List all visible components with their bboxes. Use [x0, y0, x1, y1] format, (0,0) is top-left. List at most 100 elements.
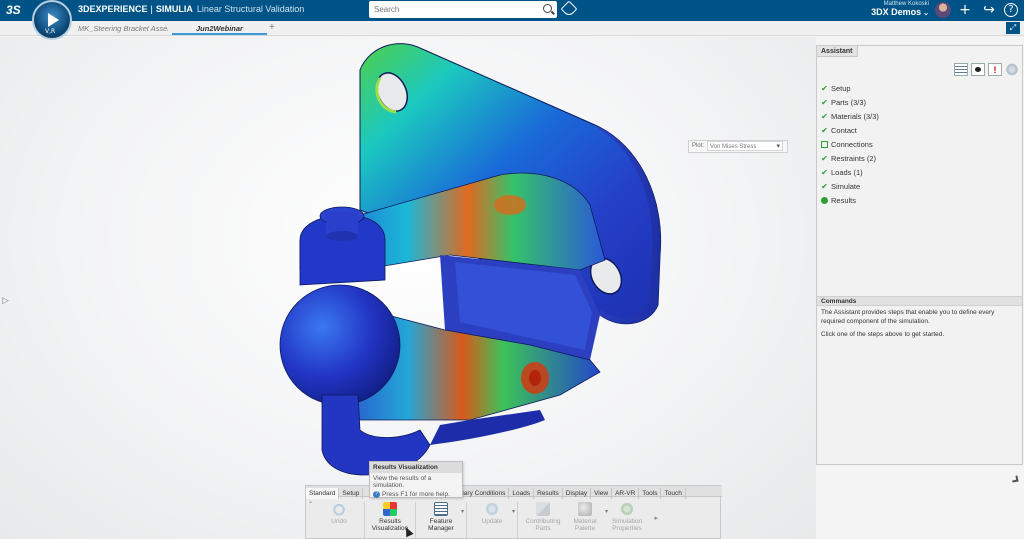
- tab-display[interactable]: Display: [563, 488, 592, 499]
- collapse-chevron-icon[interactable]: ⌄: [308, 498, 313, 505]
- action-bar-tools: Undo Results Visualization Feature Manager ▾ U…: [318, 500, 648, 539]
- tooltip-help-text: Press F1 for more help.: [382, 491, 450, 499]
- status-dot-icon: [821, 197, 828, 204]
- step-contact[interactable]: ✔ Contact: [820, 124, 879, 138]
- material-palette-button[interactable]: Material Palette ▾: [564, 500, 608, 539]
- step-label: Parts (3/3): [831, 98, 867, 107]
- step-results[interactable]: Results: [820, 194, 879, 208]
- search-icon[interactable]: [543, 4, 552, 13]
- assistant-tab[interactable]: Assistant: [817, 46, 858, 57]
- step-label: Connections: [831, 140, 873, 149]
- step-parts[interactable]: ✔ Parts (3/3): [820, 96, 879, 110]
- material-palette-icon: [578, 502, 592, 516]
- contributing-parts-button[interactable]: Contributing Parts: [522, 500, 564, 539]
- tab-ar-vr[interactable]: AR-VR: [612, 488, 640, 499]
- help-icon[interactable]: ?: [1004, 3, 1018, 17]
- check-icon: ✔: [821, 168, 828, 177]
- check-icon: ✔: [821, 154, 828, 163]
- assistant-steps: ✔ Setup ✔ Parts (3/3) ✔ Materials (3/3) ✔ Co…: [820, 82, 879, 208]
- undo-icon: [332, 502, 346, 516]
- commands-text-2: Click one of the steps above to get star…: [821, 331, 945, 338]
- commands-description: The Assistant provides steps that enable…: [821, 309, 1017, 345]
- tab-strip: MK_Steering Bracket Assem Jun2Webinar: [0, 21, 1024, 36]
- tab-results[interactable]: Results: [534, 488, 563, 499]
- plot-selector[interactable]: Plot: Von Mises Stress: [688, 140, 788, 153]
- search-input[interactable]: [369, 1, 529, 18]
- more-tools-icon[interactable]: ▸: [654, 514, 658, 522]
- tab-view[interactable]: View: [591, 488, 613, 499]
- check-icon: ✔: [821, 112, 828, 121]
- gear-icon[interactable]: [1005, 63, 1019, 76]
- check-icon: ✔: [821, 98, 828, 107]
- expand-icon[interactable]: ⤢: [1006, 22, 1020, 34]
- search-box[interactable]: [369, 1, 557, 18]
- divider: [415, 502, 416, 538]
- tab-loads[interactable]: Loads: [509, 488, 535, 499]
- app-title: 3DEXPERIENCE | SIMULIA Linear Structural Va…: [78, 4, 304, 14]
- plot-label: Plot:: [692, 143, 705, 149]
- tool-label: Results: [379, 518, 401, 525]
- add-icon[interactable]: +: [957, 2, 973, 18]
- update-icon: [485, 502, 499, 516]
- simulation-properties-icon: [620, 502, 634, 516]
- table-icon[interactable]: [954, 63, 968, 76]
- tool-label: Material: [573, 518, 597, 525]
- step-label: Results: [831, 196, 857, 205]
- tooltip-title: Results Visualization: [370, 462, 462, 473]
- add-tab-button[interactable]: +: [269, 22, 275, 33]
- step-loads[interactable]: ✔ Loads (1): [820, 166, 879, 180]
- tool-label: Palette: [574, 525, 596, 532]
- step-materials[interactable]: ✔ Materials (3/3): [820, 110, 879, 124]
- tab-tools[interactable]: Tools: [639, 488, 662, 499]
- tenant-label: 3DX Demos: [871, 7, 922, 17]
- commands-header: Commands: [817, 296, 1022, 306]
- step-restraints[interactable]: ✔ Restraints (2): [820, 152, 879, 166]
- tenant-selector[interactable]: 3DX Demos ⌄: [871, 7, 929, 17]
- tool-label: Parts: [535, 525, 551, 532]
- dropdown-arrow-icon[interactable]: ▾: [512, 508, 515, 515]
- tab-touch[interactable]: Touch: [661, 488, 686, 499]
- tooltip-help: ? Press F1 for more help.: [370, 489, 462, 498]
- feature-manager-button[interactable]: Feature Manager ▾: [420, 500, 464, 539]
- eye-icon[interactable]: [971, 63, 985, 76]
- check-icon: ✔: [821, 182, 828, 191]
- compass-label: V,R: [45, 28, 56, 35]
- tab-steering-bracket[interactable]: MK_Steering Bracket Assem: [78, 22, 168, 35]
- plot-dropdown[interactable]: Von Mises Stress: [707, 141, 784, 152]
- tab-jun2webinar[interactable]: Jun2Webinar: [172, 22, 267, 35]
- tooltip: Results Visualization View the results o…: [369, 461, 463, 498]
- step-connections[interactable]: Connections: [820, 138, 879, 152]
- update-button[interactable]: Update ▾: [471, 500, 515, 539]
- tag-icon[interactable]: [560, 0, 578, 18]
- brand-label: 3DEXPERIENCE: [78, 4, 148, 14]
- resize-handle-icon[interactable]: [1011, 475, 1019, 483]
- undo-button[interactable]: Undo: [318, 500, 360, 539]
- tool-label: Properties: [612, 525, 642, 532]
- alert-icon[interactable]: !: [988, 63, 1002, 76]
- tab-setup[interactable]: Setup: [339, 488, 364, 499]
- compass-icon[interactable]: V,R: [32, 0, 72, 40]
- title-separator: |: [150, 4, 153, 14]
- tool-label: Update: [481, 518, 503, 525]
- assistant-toolbar: !: [951, 63, 1019, 76]
- empty-square-icon: [821, 141, 828, 148]
- tool-label: Simulation: [611, 518, 643, 525]
- check-icon: ✔: [821, 126, 828, 135]
- avatar[interactable]: [935, 2, 951, 18]
- assistant-panel: Assistant ! ✔ Setup ✔ Parts (3/3) ✔ Materia…: [816, 45, 1023, 465]
- play-icon: [48, 13, 59, 27]
- user-block[interactable]: Matthew Kokoski 3DX Demos ⌄: [871, 1, 929, 17]
- tool-label: Manager: [428, 525, 454, 532]
- step-simulate[interactable]: ✔ Simulate: [820, 180, 879, 194]
- tool-label: Contributing: [525, 518, 561, 525]
- step-setup[interactable]: ✔ Setup: [820, 82, 879, 96]
- ds-logo-icon: 3S: [6, 3, 21, 17]
- feature-manager-icon: [434, 502, 448, 516]
- share-icon[interactable]: ↪: [981, 2, 997, 18]
- step-label: Contact: [831, 126, 857, 135]
- tooltip-description: View the results of a simulation.: [373, 475, 432, 489]
- dropdown-arrow-icon[interactable]: ▾: [461, 508, 464, 515]
- simulation-properties-button[interactable]: Simulation Properties: [606, 500, 648, 539]
- chevron-down-icon: ⌄: [923, 10, 929, 17]
- step-label: Materials (3/3): [831, 112, 879, 121]
